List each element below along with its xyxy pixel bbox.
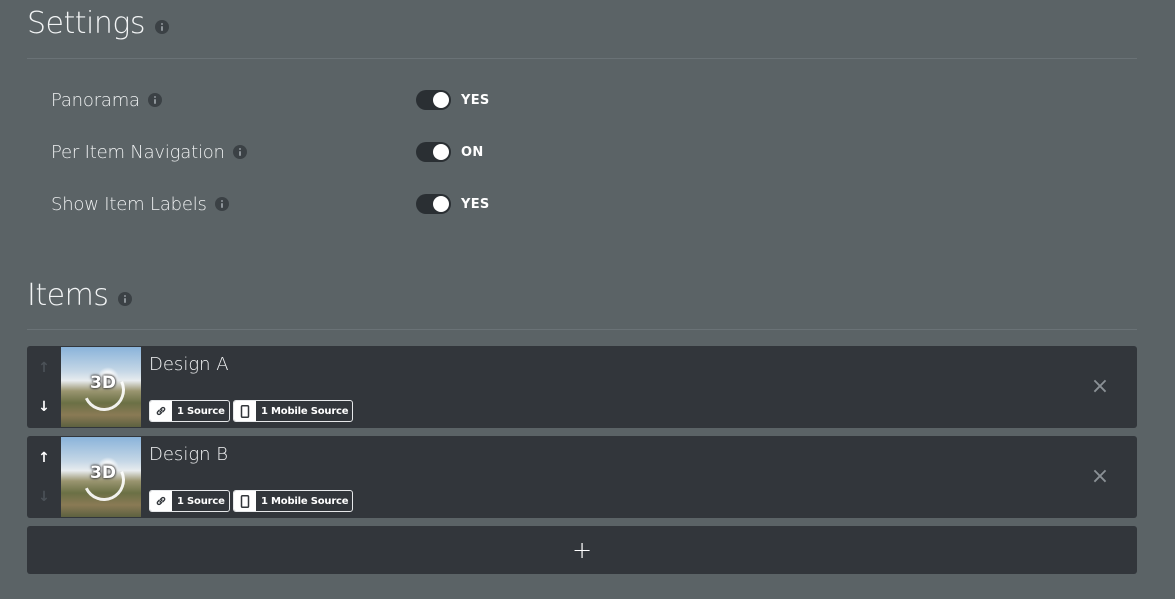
items-heading: Items	[27, 278, 133, 313]
plus-icon: +	[571, 536, 593, 564]
arrow-up-icon[interactable]: ↑	[35, 449, 53, 467]
setting-row-show-item-labels: Show Item Labels YES	[51, 191, 551, 217]
toggle-knob	[433, 196, 449, 212]
per-item-navigation-toggle-group: ON	[416, 142, 484, 162]
setting-label: Panorama	[51, 89, 140, 111]
item-title[interactable]: Design A	[149, 354, 229, 375]
source-count: 1 Source	[177, 405, 225, 417]
arrow-up-icon: ↑	[38, 360, 50, 376]
setting-label: Per Item Navigation	[51, 141, 225, 163]
source-chip[interactable]: 1 Source	[149, 400, 230, 422]
toggle-state-text: ON	[461, 144, 484, 160]
source-count: 1 Source	[177, 495, 225, 507]
settings-divider	[27, 58, 1137, 59]
arrow-down-icon[interactable]: ↓	[35, 398, 53, 416]
link-icon	[150, 401, 172, 421]
info-icon[interactable]	[147, 93, 162, 107]
settings-title: Settings	[27, 6, 146, 41]
panorama-toggle-group: YES	[416, 90, 490, 110]
toggle-state-text: YES	[461, 92, 490, 108]
mobile-source-chip[interactable]: 1 Mobile Source	[233, 490, 354, 512]
close-icon[interactable]: ×	[1090, 466, 1110, 488]
arrow-down-icon: ↓	[38, 489, 50, 505]
item-thumbnail[interactable]: 3D	[61, 437, 141, 517]
item-card[interactable]: ↑ ↓ 3D Design A 1 Source 1 Mobile Source…	[27, 346, 1137, 428]
info-icon[interactable]	[118, 291, 133, 306]
mobile-icon	[234, 401, 256, 421]
setting-row-panorama: Panorama YES	[51, 87, 551, 113]
toggle-knob	[433, 144, 449, 160]
mobile-source-chip[interactable]: 1 Mobile Source	[233, 400, 354, 422]
panorama-toggle[interactable]	[416, 90, 451, 110]
link-icon	[150, 491, 172, 511]
item-card[interactable]: ↑ ↓ 3D Design B 1 Source 1 Mobile Source…	[27, 436, 1137, 518]
info-icon[interactable]	[155, 19, 170, 34]
mobile-source-count: 1 Mobile Source	[261, 495, 349, 507]
per-item-navigation-toggle[interactable]	[416, 142, 451, 162]
items-divider	[27, 329, 1137, 330]
close-icon[interactable]: ×	[1090, 376, 1110, 398]
toggle-state-text: YES	[461, 196, 490, 212]
item-thumbnail[interactable]: 3D	[61, 347, 141, 427]
setting-row-per-item-navigation: Per Item Navigation ON	[51, 139, 551, 165]
3d-badge: 3D	[90, 373, 116, 393]
mobile-source-count: 1 Mobile Source	[261, 405, 349, 417]
source-chip[interactable]: 1 Source	[149, 490, 230, 512]
toggle-knob	[433, 92, 449, 108]
3d-badge: 3D	[90, 463, 116, 483]
info-icon[interactable]	[214, 197, 229, 211]
items-title: Items	[27, 278, 109, 313]
mobile-icon	[234, 491, 256, 511]
info-icon[interactable]	[232, 145, 247, 159]
setting-label: Show Item Labels	[51, 193, 207, 215]
show-item-labels-toggle[interactable]	[416, 194, 451, 214]
item-title[interactable]: Design B	[149, 444, 228, 465]
add-item-button[interactable]: +	[27, 526, 1137, 574]
show-item-labels-toggle-group: YES	[416, 194, 490, 214]
settings-heading: Settings	[27, 6, 170, 41]
